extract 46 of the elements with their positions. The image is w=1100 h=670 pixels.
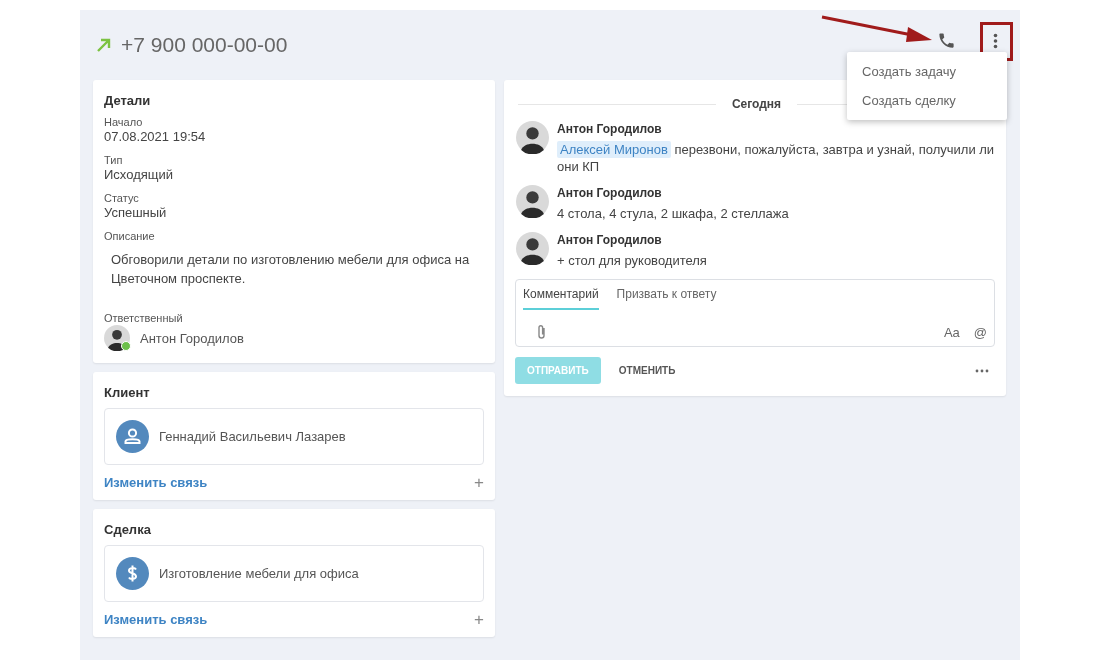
linked-item[interactable]: Изготовление мебели для офиса (104, 545, 484, 602)
comment-author: Антон Городилов (557, 186, 663, 200)
composer-tab[interactable]: Комментарий (523, 280, 599, 310)
comment-text: Алексей Миронов перезвони, пожалуйста, завтра и узнай, получили ли они КП (557, 141, 995, 175)
add-button[interactable]: + (474, 612, 484, 627)
field-label: Статус (104, 192, 140, 204)
card-title: Детали (104, 93, 152, 108)
menu-item[interactable]: Создать задачу (847, 57, 1007, 86)
composer-tab[interactable]: Призвать к ответу (616, 280, 717, 310)
linked-name: Геннадий Васильевич Лазарев (159, 429, 346, 444)
cancel-button[interactable]: ОТМЕНИТЬ (608, 365, 686, 376)
avatar (516, 121, 549, 154)
comment-author: Антон Городилов (557, 122, 663, 136)
description-text: Обговорили детали по изготовлению мебели для офиса на Цветочном проспекте. (110, 251, 471, 288)
field-label: Тип (104, 154, 124, 166)
field-value: 07.08.2021 19:54 (104, 129, 207, 144)
phone-number: +7 900 000-00-00 (121, 33, 288, 57)
avatar (516, 185, 549, 218)
card-title: Сделка (104, 522, 152, 537)
linked-item[interactable]: Геннадий Васильевич Лазарев (104, 408, 484, 465)
date-divider-label: Сегодня (731, 97, 782, 111)
comment-author: Антон Городилов (557, 233, 663, 247)
more-icon[interactable] (975, 368, 989, 373)
avatar (104, 325, 130, 351)
comment-input[interactable]: Комментарий Призвать к ответу Aa @ (515, 279, 995, 347)
format-button[interactable]: Aa (943, 324, 960, 340)
change-link[interactable]: Изменить связь (104, 475, 208, 490)
field-label: Описание (104, 230, 156, 242)
menu-item[interactable]: Создать сделку (847, 86, 1007, 115)
arrow-icon (95, 36, 113, 54)
linked-name: Изготовление мебели для офиса (159, 566, 359, 581)
field-label: Начало (104, 116, 144, 128)
comment-text: + стол для руководителя (557, 252, 707, 269)
field-label: Ответственный (104, 312, 184, 324)
mention-link[interactable]: Алексей Миронов (557, 141, 671, 158)
mention-button[interactable]: @ (973, 324, 987, 340)
field-value: Исходящий (104, 167, 174, 182)
avatar (516, 232, 549, 265)
phone-icon[interactable] (937, 31, 956, 50)
comment-text: 4 стола, 4 стула, 2 шкафа, 2 стеллажа (557, 205, 789, 222)
add-button[interactable]: + (474, 475, 484, 490)
change-link[interactable]: Изменить связь (104, 612, 208, 627)
field-value: Успешный (104, 205, 168, 220)
menu-icon[interactable] (993, 33, 998, 49)
responsible-name: Антон Городилов (140, 330, 244, 346)
card-title: Клиент (104, 385, 151, 400)
